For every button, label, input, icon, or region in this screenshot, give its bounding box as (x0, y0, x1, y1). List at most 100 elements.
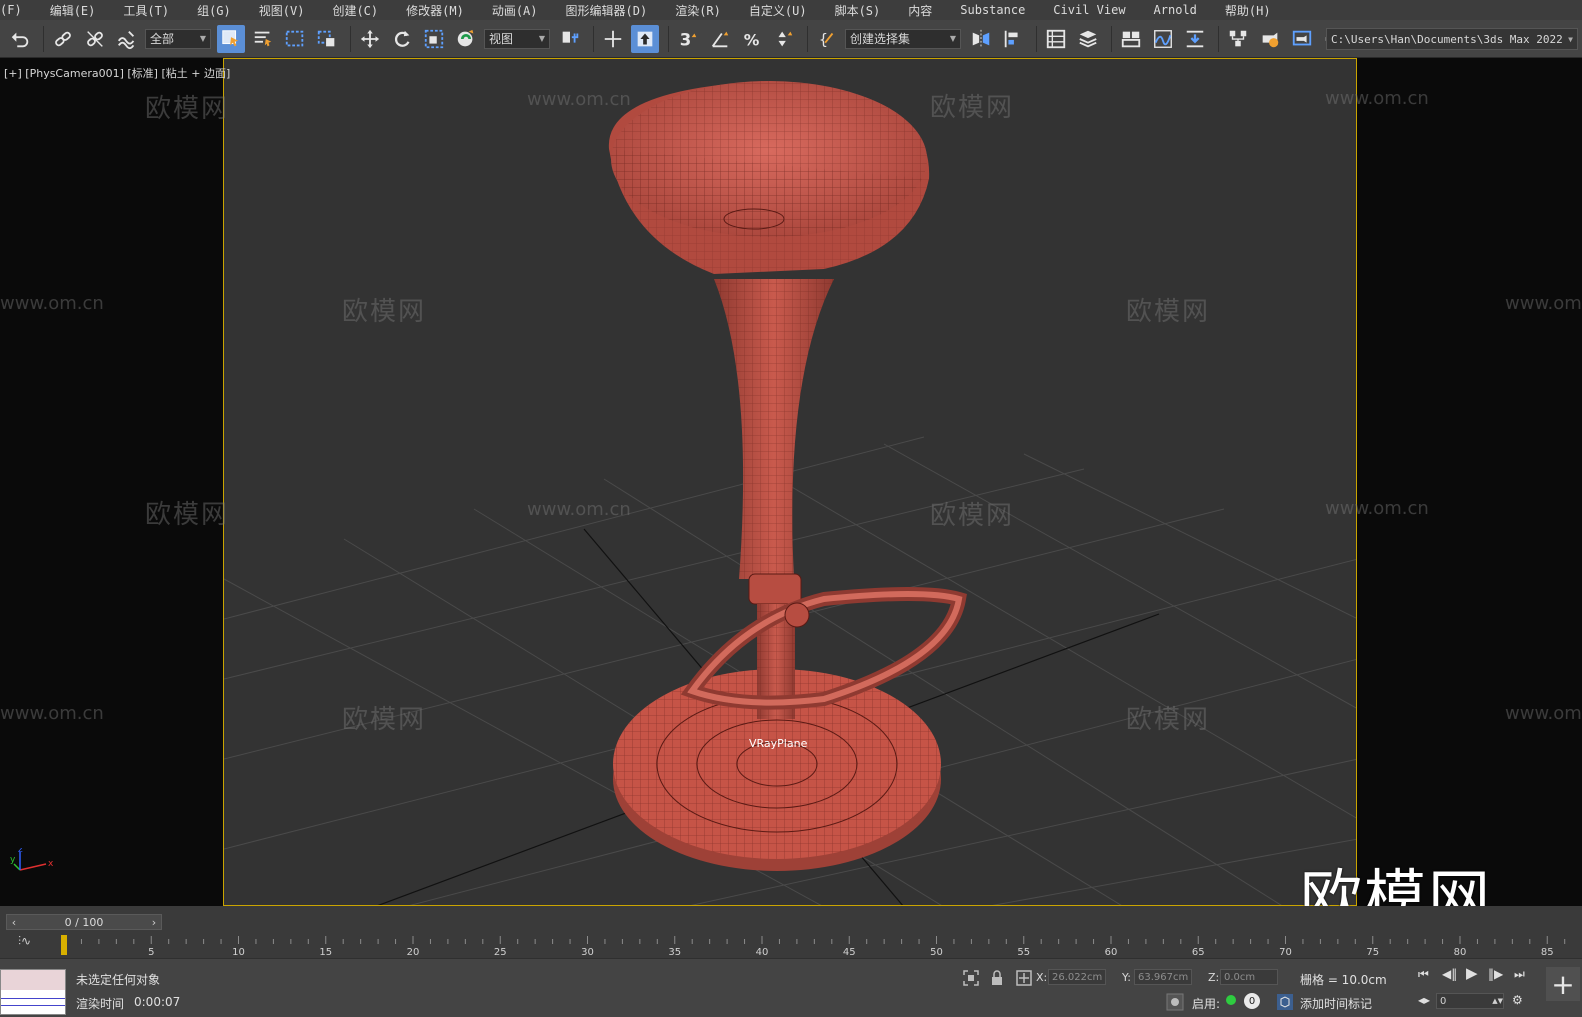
keyboard-shortcut-icon[interactable] (599, 25, 627, 53)
frame-tick-label: 80 (1454, 947, 1467, 958)
menu-arnold[interactable]: Arnold (1140, 3, 1211, 17)
menu-help[interactable]: 帮助(H) (1211, 2, 1285, 19)
menu-rendering[interactable]: 渲染(R) (661, 2, 735, 19)
3ds-max-window: (F) 编辑(E) 工具(T) 组(G) 视图(V) 创建(C) 修改器(M) … (0, 0, 1582, 1017)
scene-view[interactable]: VRayPlane (224, 59, 1357, 906)
named-selection-value: 创建选择集 (850, 32, 911, 46)
curve-editor-icon[interactable] (1149, 25, 1177, 53)
axis-tripod-icon: x y z (10, 845, 60, 882)
absolute-mode-icon[interactable] (1015, 969, 1033, 987)
grid-size: 栅格 = 10.0cm (1300, 973, 1387, 987)
pivot-icon[interactable] (556, 25, 584, 53)
menu-tools[interactable]: 工具(T) (109, 2, 183, 19)
selection-filter-dropdown[interactable]: 全部 ▼ (145, 28, 211, 49)
time-slider[interactable]: ‹ 0 / 100 › (6, 914, 162, 930)
key-mode-icon[interactable]: ◂▸ (1418, 993, 1430, 1007)
timeline-panel: ‹ 0 / 100 › ⫶∿ 0510152025303540455055606… (0, 906, 1582, 958)
bind-spacewarp-icon[interactable] (113, 25, 141, 53)
menu-civil-view[interactable]: Civil View (1039, 3, 1139, 17)
window-crossing-icon[interactable] (313, 25, 341, 53)
isolate-selection-icon[interactable] (962, 969, 980, 987)
play-icon[interactable]: ▶ (1466, 964, 1478, 982)
status-green-dot (1226, 995, 1236, 1005)
menu-edit[interactable]: 编辑(E) (36, 2, 110, 19)
snap-icon[interactable] (631, 24, 659, 53)
y-coordinate-field[interactable]: 63.967cm (1134, 969, 1192, 985)
align-icon[interactable] (999, 25, 1027, 53)
menu-customize[interactable]: 自定义(U) (735, 2, 821, 19)
watermark-url: www.om.cn (1505, 703, 1582, 724)
edit-named-sets-icon[interactable]: { (813, 25, 841, 53)
lock-icon[interactable] (988, 969, 1006, 987)
svg-text:%: % (744, 31, 760, 49)
previous-frame-icon[interactable]: ◀‖ (1442, 967, 1457, 981)
current-frame-field[interactable]: 0 ▲▼ (1436, 993, 1504, 1009)
menu-views[interactable]: 视图(V) (245, 2, 319, 19)
menu-group[interactable]: 组(G) (183, 2, 245, 19)
render-setup-icon[interactable] (1256, 25, 1284, 53)
undo-icon[interactable] (6, 25, 34, 53)
frame-tick-label: 45 (843, 947, 856, 958)
adaptive-degradation-icon[interactable] (1166, 993, 1184, 1011)
track-bar[interactable]: 0510152025303540455055606570758085 (60, 934, 1576, 958)
project-folder-dropdown[interactable]: C:\Users\Han\Documents\3ds Max 2022 ▼ (1326, 28, 1578, 50)
add-time-tag[interactable]: 添加时间标记 (1300, 995, 1372, 1012)
z-coordinate-field[interactable]: 0.0cm (1220, 969, 1278, 985)
menu-file[interactable]: (F) (0, 3, 36, 17)
maxscript-listener[interactable] (0, 969, 66, 1015)
menu-substance[interactable]: Substance (946, 3, 1039, 17)
frame-tick-label: 35 (668, 947, 681, 958)
time-slider-value: 0 / 100 (64, 915, 104, 929)
menu-animation[interactable]: 动画(A) (478, 2, 552, 19)
schematic-icon[interactable] (1181, 25, 1209, 53)
viewport-navigation-plus-icon[interactable]: + (1546, 967, 1580, 1001)
z-label: Z: (1208, 971, 1220, 984)
named-selection-dropdown[interactable]: 创建选择集 ▼ (845, 28, 961, 49)
chevron-right-icon[interactable]: › (147, 916, 161, 929)
material-editor-icon[interactable] (1224, 25, 1252, 53)
rect-region-icon[interactable] (281, 25, 309, 53)
add-time-tag-icon[interactable] (1276, 993, 1294, 1011)
spinner-snap-icon[interactable] (770, 25, 798, 53)
spinner-icon[interactable]: ▲▼ (1492, 997, 1503, 1005)
rotate-icon[interactable] (388, 25, 416, 53)
viewport-label-menu[interactable]: [+] [PhysCamera001] [标准] [粘土 + 边面] (4, 65, 230, 81)
time-config-icon[interactable]: ⚙ (1512, 993, 1523, 1007)
frame-tick-label: 70 (1279, 947, 1292, 958)
stool-seat (608, 81, 930, 274)
reference-coord-dropdown[interactable]: 视图 ▼ (484, 28, 550, 49)
chevron-down-icon: ▼ (199, 34, 206, 43)
rendered-frame-icon[interactable] (1288, 25, 1316, 53)
watermark-cn: 欧模网 (930, 501, 1015, 531)
placement-icon[interactable] (452, 25, 480, 53)
ribbon-icon[interactable] (1117, 25, 1145, 53)
frame-tick-label: 60 (1105, 947, 1118, 958)
scene-explorer-icon[interactable] (1074, 25, 1102, 53)
percent-snap-icon[interactable]: % (738, 25, 766, 53)
unlink-icon[interactable] (81, 25, 109, 53)
menu-scripting[interactable]: 脚本(S) (821, 2, 895, 19)
status-bar: 未选定任何对象 渲染时间 0:00:07 X: 26.022cm Y: 63.9… (0, 958, 1582, 1017)
move-icon[interactable] (356, 25, 384, 53)
current-time-marker (61, 935, 67, 955)
x-coordinate-field[interactable]: 26.022cm (1048, 969, 1106, 985)
select-object-icon[interactable] (217, 24, 245, 53)
menu-graph-editors[interactable]: 图形编辑器(D) (552, 2, 662, 19)
angle-snap-icon[interactable] (706, 25, 734, 53)
go-to-end-icon[interactable]: ⏭ (1514, 967, 1525, 982)
mirror-icon[interactable] (967, 25, 995, 53)
snap-toggle-icon[interactable]: 3 (674, 25, 702, 53)
chevron-left-icon[interactable]: ‹ (7, 916, 21, 929)
next-frame-icon[interactable]: ‖▶ (1488, 967, 1503, 981)
go-to-start-icon[interactable]: ⏮ (1418, 967, 1429, 982)
viewport-camera[interactable]: VRayPlane www.om.cn 欧模网 欧模网 欧模网 www.om.c… (0, 58, 1582, 935)
menu-modifiers[interactable]: 修改器(M) (392, 2, 478, 19)
scale-icon[interactable] (420, 25, 448, 53)
object-name-label: VRayPlane (749, 737, 808, 750)
menu-content[interactable]: 内容 (894, 2, 946, 19)
layer-explorer-icon[interactable] (1042, 25, 1070, 53)
link-icon[interactable] (49, 25, 77, 53)
mini-curve-editor-icon[interactable]: ⫶∿ (18, 934, 31, 949)
select-by-name-icon[interactable] (249, 25, 277, 53)
menu-create[interactable]: 创建(C) (318, 2, 392, 19)
